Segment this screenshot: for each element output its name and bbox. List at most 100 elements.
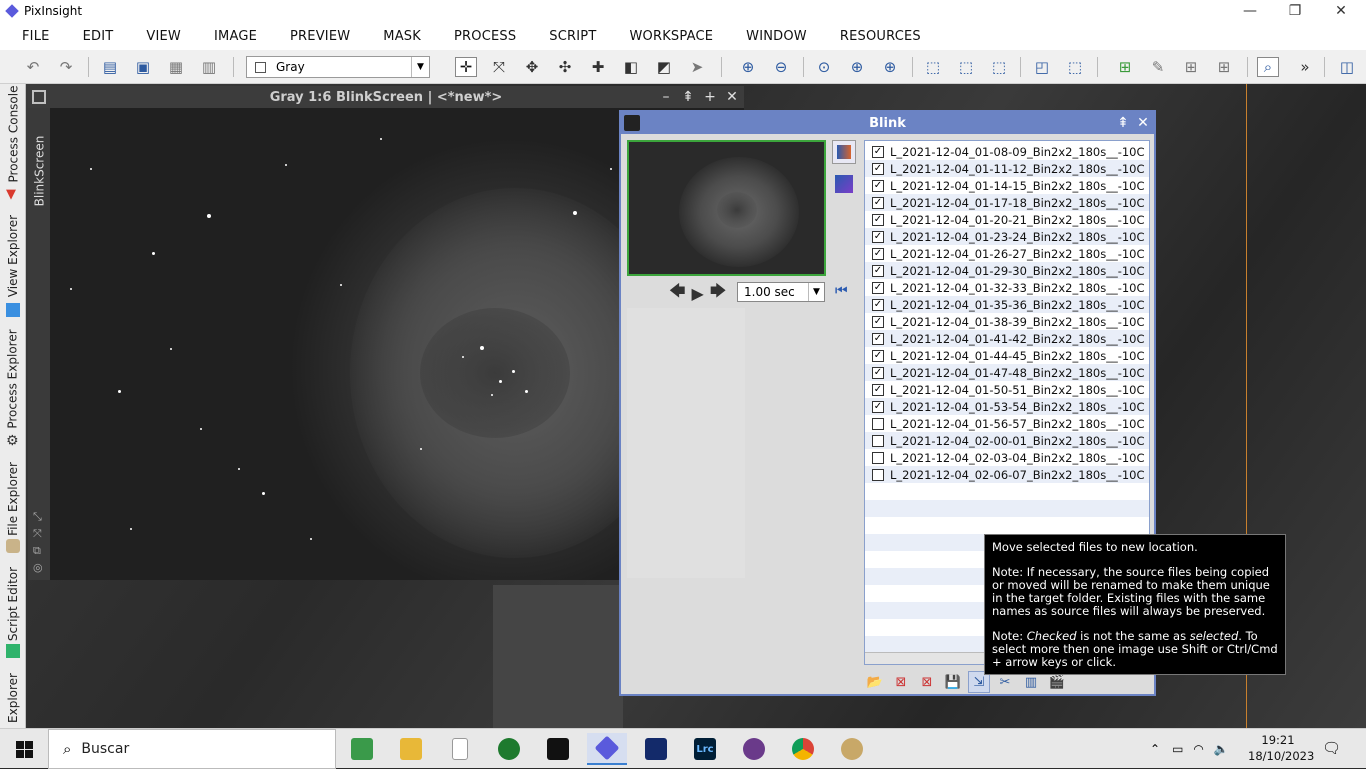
tab-process-explorer[interactable]: Process Explorer [2, 324, 24, 434]
histogram-icon[interactable] [832, 140, 856, 164]
duplicate-icon[interactable]: ▦ [165, 57, 187, 77]
file-checkbox[interactable]: ✓ [872, 213, 884, 226]
menu-script[interactable]: SCRIPT [549, 29, 596, 44]
menu-preview[interactable]: PREVIEW [290, 29, 350, 44]
view-side-icons[interactable]: ⤡ ⤧ ⧉ ◎ [33, 508, 43, 576]
menu-file[interactable]: FILE [22, 29, 50, 44]
taskbar-app-dark[interactable] [538, 733, 578, 765]
file-checkbox[interactable]: ✓ [872, 383, 884, 396]
taskbar-app-lightroom[interactable]: Lrc [685, 733, 725, 765]
chevron-up-icon[interactable]: ⌃ [1150, 742, 1160, 756]
tab-explorer[interactable]: Explorer [2, 668, 24, 728]
taskbar-app-pixinsight[interactable] [587, 733, 627, 765]
process-remove-icon[interactable]: ⊞ [1213, 57, 1235, 77]
add-icon[interactable]: ⊞ [1114, 57, 1136, 77]
blink-preview-thumbnail[interactable] [627, 140, 826, 276]
pan-mode-icon[interactable]: ✣ [554, 57, 576, 77]
pointer-icon[interactable]: ➤ [686, 57, 708, 77]
menu-edit[interactable]: EDIT [83, 29, 114, 44]
file-list-item[interactable]: ✓ L_2021-12-04_01-14-15_Bin2x2_180s__-10C [865, 177, 1149, 194]
image-shade-button[interactable]: ⇞ [678, 86, 698, 108]
file-checkbox[interactable]: ✓ [872, 264, 884, 277]
menu-window[interactable]: WINDOW [746, 29, 807, 44]
preview-list-icon[interactable]: ⬚ [955, 57, 977, 77]
color-space-select[interactable]: Gray ▼ [246, 56, 430, 78]
taskbar-search[interactable]: ⌕ Buscar [48, 729, 336, 769]
file-list-item[interactable]: ✓ L_2021-12-04_01-26-27_Bin2x2_180s__-10C [865, 245, 1149, 262]
file-list-item[interactable]: ✓ L_2021-12-04_01-41-42_Bin2x2_180s__-10C [865, 330, 1149, 347]
restore-button[interactable]: ❐ [1272, 0, 1318, 22]
start-button[interactable] [0, 729, 48, 769]
file-checkbox[interactable] [872, 451, 884, 464]
preview-store-icon[interactable]: ⬚ [988, 57, 1010, 77]
image-maximize-button[interactable]: + [700, 86, 720, 108]
blink-shade-button[interactable]: ⇞ [1113, 112, 1133, 134]
file-list-item[interactable]: ✓ L_2021-12-04_01-53-54_Bin2x2_180s__-10C [865, 398, 1149, 415]
taskbar-app-chrome[interactable] [783, 733, 823, 765]
zoom-fit-icon[interactable]: ⤧ [488, 57, 510, 77]
chevron-down-icon[interactable]: ▼ [808, 283, 824, 301]
undo-icon[interactable]: ↶ [22, 57, 44, 77]
file-checkbox[interactable]: ✓ [872, 400, 884, 413]
tab-blinkscreen[interactable]: BlinkScreen [28, 116, 50, 226]
minimize-button[interactable]: — [1227, 0, 1273, 22]
file-checkbox[interactable]: ✓ [872, 298, 884, 311]
file-checkbox[interactable]: ✓ [872, 230, 884, 243]
file-list-item[interactable]: L_2021-12-04_02-00-01_Bin2x2_180s__-10C [865, 432, 1149, 449]
taskbar-app-galaxy[interactable] [734, 733, 774, 765]
file-checkbox[interactable]: ✓ [872, 315, 884, 328]
file-checkbox[interactable]: ✓ [872, 145, 884, 158]
menu-image[interactable]: IMAGE [214, 29, 257, 44]
file-checkbox[interactable] [872, 434, 884, 447]
menu-view[interactable]: VIEW [146, 29, 181, 44]
folder-open-icon[interactable]: 📂 [864, 671, 886, 693]
tab-process-console[interactable]: Process Console [2, 84, 24, 184]
move-icon[interactable]: ✚ [587, 57, 609, 77]
blink-title-bar[interactable]: Blink ⇞ ✕ [621, 112, 1154, 134]
file-list-item[interactable]: ✓ L_2021-12-04_01-08-09_Bin2x2_180s__-10C [865, 143, 1149, 160]
save-icon[interactable]: 💾 [942, 671, 964, 693]
new-image-icon[interactable]: ▣ [132, 57, 154, 77]
taskbar-clock[interactable]: 19:21 18/10/2023 [1248, 732, 1314, 764]
file-list-item[interactable]: ✓ L_2021-12-04_01-11-12_Bin2x2_180s__-10C [865, 160, 1149, 177]
search-view-icon[interactable]: ⌕ [1257, 57, 1279, 77]
file-list-item[interactable]: ✓ L_2021-12-04_01-47-48_Bin2x2_180s__-10C [865, 364, 1149, 381]
side-panel-icon[interactable]: ◫ [1336, 57, 1358, 77]
file-list-item[interactable]: L_2021-12-04_02-03-04_Bin2x2_180s__-10C [865, 449, 1149, 466]
edit-icon[interactable]: ✎ [1147, 57, 1169, 77]
tab-file-explorer[interactable]: File Explorer [2, 456, 24, 542]
file-checkbox[interactable]: ✓ [872, 281, 884, 294]
taskbar-app-file-explorer[interactable] [391, 733, 431, 765]
file-checkbox[interactable]: ✓ [872, 332, 884, 345]
process-add-icon[interactable]: ⊞ [1180, 57, 1202, 77]
file-list-item[interactable]: ✓ L_2021-12-04_01-38-39_Bin2x2_180s__-10C [865, 313, 1149, 330]
close-button[interactable]: ✕ [1318, 0, 1364, 22]
zoom-out-icon[interactable]: ⊖ [770, 57, 792, 77]
file-checkbox[interactable] [872, 417, 884, 430]
file-list-item[interactable]: ✓ L_2021-12-04_01-20-21_Bin2x2_180s__-10C [865, 211, 1149, 228]
menu-mask[interactable]: MASK [383, 29, 421, 44]
stf-icon[interactable] [832, 172, 856, 196]
edit-preview-icon[interactable]: ◧ [620, 57, 642, 77]
zoom-1-1-icon[interactable]: ⊙ [813, 57, 835, 77]
readout-mode-icon[interactable]: ✛ [455, 57, 477, 77]
tab-view-explorer[interactable]: View Explorer [2, 210, 24, 302]
close-unchecked-icon[interactable]: ⊠ [916, 671, 938, 693]
file-checkbox[interactable]: ✓ [872, 162, 884, 175]
taskbar-app-notepad[interactable] [440, 733, 480, 765]
file-list-item[interactable]: ✓ L_2021-12-04_01-32-33_Bin2x2_180s__-10C [865, 279, 1149, 296]
menu-resources[interactable]: RESOURCES [840, 29, 921, 44]
previous-image-button[interactable]: 🡄 [669, 280, 686, 307]
file-checkbox[interactable]: ✓ [872, 349, 884, 362]
close-all-icon[interactable]: ⊠ [890, 671, 912, 693]
file-list-item[interactable]: ✓ L_2021-12-04_01-50-51_Bin2x2_180s__-10C [865, 381, 1149, 398]
file-checkbox[interactable]: ✓ [872, 366, 884, 379]
image-window-title-bar[interactable]: Gray 1:6 BlinkScreen | <*new*> – ⇞ + ✕ [28, 86, 744, 108]
zoom-in-icon[interactable]: ⊕ [737, 57, 759, 77]
fit-view-icon[interactable]: ✥ [521, 57, 543, 77]
file-list-item[interactable]: ✓ L_2021-12-04_01-35-36_Bin2x2_180s__-10C [865, 296, 1149, 313]
more-tools-icon[interactable]: » [1294, 57, 1316, 77]
file-list-item[interactable]: ✓ L_2021-12-04_01-29-30_Bin2x2_180s__-10C [865, 262, 1149, 279]
blink-close-button[interactable]: ✕ [1133, 112, 1153, 134]
menu-workspace[interactable]: WORKSPACE [629, 29, 713, 44]
